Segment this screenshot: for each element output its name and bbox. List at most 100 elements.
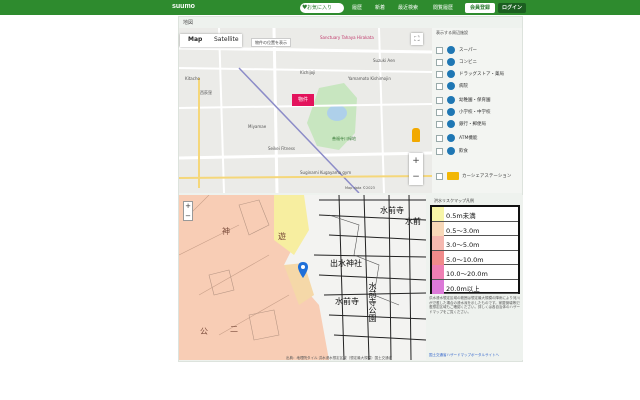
map-label-seika: Seikei Fitness xyxy=(268,146,295,151)
hazard-label-h: 神 xyxy=(222,227,230,236)
map-info-box[interactable]: 物件の位置を表示 xyxy=(251,38,291,47)
facility-row[interactable]: スーパー xyxy=(436,46,522,56)
facility-checkbox[interactable] xyxy=(436,148,443,155)
map-copyright: Map data ©2023 xyxy=(345,186,375,190)
facility-checkbox[interactable] xyxy=(436,97,443,104)
facility-label: ATM機能 xyxy=(459,136,478,141)
facility-row[interactable]: 銀行・郵便局 xyxy=(436,120,522,130)
hazard-legend-label: 0.5m未満 xyxy=(446,212,476,220)
atm-icon xyxy=(447,134,455,142)
facility-checkbox[interactable] xyxy=(436,135,443,142)
hazard-label-d: 水前寺公園 xyxy=(368,282,377,322)
hazard-legend-swatch xyxy=(432,265,444,279)
hazard-legend-swatch xyxy=(432,207,444,221)
google-map[interactable] xyxy=(179,28,432,193)
hazard-legend-row: 0.5m未満 xyxy=(432,207,518,222)
hazard-zoom-out-button[interactable]: − xyxy=(184,212,192,222)
facility-label: スーパー xyxy=(459,48,477,53)
map-zoom-control: + − xyxy=(409,153,423,185)
map-label-gym: Suginami Kugayama gym xyxy=(300,170,352,175)
tab-satellite[interactable]: Satellite xyxy=(214,36,239,43)
facility-label: 飲食 xyxy=(459,149,468,154)
facility-row[interactable]: カーシェアステーション xyxy=(436,172,522,182)
map-label-suzuki: Suzuki Aen xyxy=(373,58,396,63)
suumo-logo[interactable]: suumo xyxy=(172,3,195,10)
map-label-park2: 善福寺川緑地 xyxy=(332,136,356,141)
hazard-legend-swatch xyxy=(432,279,444,294)
hazard-legend-row: 3.0〜5.0m xyxy=(432,236,518,251)
zoom-out-button[interactable]: − xyxy=(409,169,423,185)
store-icon xyxy=(447,58,455,66)
facility-label: 病院 xyxy=(459,84,468,89)
hazard-attribution: 出典：地理院タイル 洪水浸水想定区域（想定最大規模）国土交通省 xyxy=(286,356,393,360)
map-label-hotel: Sanctuary Tahaya Hirakata xyxy=(320,35,374,40)
hazard-label-e: 水前寺 xyxy=(335,297,359,306)
facility-row[interactable]: ドラッグストア・薬局 xyxy=(436,70,522,80)
zoom-in-button[interactable]: + xyxy=(409,153,423,169)
nav-new[interactable]: 新着 xyxy=(375,4,385,11)
facility-checkbox[interactable] xyxy=(436,109,443,116)
register-button[interactable]: 会員登録 xyxy=(465,3,495,13)
tab-map[interactable]: Map xyxy=(188,36,202,43)
hazard-label-b: 水前 xyxy=(405,217,421,226)
hazard-legend-swatch xyxy=(432,236,444,250)
facility-checkbox[interactable] xyxy=(436,59,443,66)
pegman-icon[interactable] xyxy=(412,128,420,142)
bank-icon xyxy=(447,120,455,128)
facility-label: ドラッグストア・薬局 xyxy=(459,72,504,77)
map-label-kichijoji: Kichijoji xyxy=(300,70,316,75)
hazard-legend: 0.5m未満 0.5〜3.0m 3.0〜5.0m 5.0〜10.0m 10.0〜20.0… xyxy=(430,205,520,294)
facility-label: コンビニ xyxy=(459,60,477,65)
nav-recent-search[interactable]: 最近検索 xyxy=(398,4,418,11)
hazard-note: 洪水浸水想定区域の範囲は想定最大規模の降雨により河川が氾濫した場合の浸水深を示し… xyxy=(429,296,520,314)
map-label-nishi: 西荻窪 xyxy=(200,90,212,95)
child-icon xyxy=(447,96,455,104)
hazard-legend-row: 20.0m以上 xyxy=(432,279,518,294)
hazard-legend-row: 5.0〜10.0m xyxy=(432,250,518,265)
panel-title: 地図 xyxy=(183,20,194,26)
property-pin[interactable]: 物件 xyxy=(292,94,314,106)
facility-checkbox[interactable] xyxy=(436,83,443,90)
map-type-tabs: Map Satellite xyxy=(180,34,242,47)
hazard-label-f: 遊 xyxy=(278,232,286,241)
map-streets xyxy=(179,28,432,193)
hazard-legend-row: 10.0〜20.0m xyxy=(432,265,518,280)
hospital-icon xyxy=(447,82,455,90)
nav-browse-history[interactable]: 閲覧履歴 xyxy=(433,4,453,11)
hazard-portal-link[interactable]: 国土交通省ハザードマップポータルサイトへ xyxy=(429,353,499,358)
facility-row[interactable]: 小学校・中学校 xyxy=(436,108,522,118)
facility-checkbox[interactable] xyxy=(436,173,443,180)
hazard-legend-label: 20.0m以上 xyxy=(446,284,480,293)
hazard-legend-label: 3.0〜5.0m xyxy=(446,241,480,249)
hazard-zoom-control: + − xyxy=(183,201,193,221)
nav-history[interactable]: 履歴 xyxy=(352,4,362,11)
favorites-label: お気に入り xyxy=(307,5,333,11)
facility-row[interactable]: コンビニ xyxy=(436,58,522,68)
facility-row[interactable]: 幼稚園・保育園 xyxy=(436,96,522,106)
facility-row[interactable]: 病院 xyxy=(436,82,522,92)
facility-row[interactable]: 飲食 xyxy=(436,147,522,157)
hazard-legend-swatch xyxy=(432,250,444,265)
hazard-label-i: 公 xyxy=(200,327,208,336)
fullscreen-icon[interactable]: ⛶ xyxy=(411,33,423,45)
hazard-legend-label: 0.5〜3.0m xyxy=(446,226,480,235)
login-button[interactable]: ログイン xyxy=(498,3,526,13)
hazard-zoom-in-button[interactable]: + xyxy=(184,202,192,212)
map-label-miyamae: Miyamae xyxy=(248,124,267,129)
facility-label: カーシェアステーション xyxy=(462,174,512,179)
facility-checkbox[interactable] xyxy=(436,47,443,54)
facility-row[interactable]: ATM機能 xyxy=(436,134,522,144)
pill-icon xyxy=(447,70,455,78)
car-icon xyxy=(447,172,459,180)
hazard-legend-swatch xyxy=(432,221,444,236)
hazard-label-g: 二 xyxy=(230,325,238,334)
hazard-legend-row: 0.5〜3.0m xyxy=(432,221,518,236)
hazard-label-a: 水前寺 xyxy=(380,206,404,215)
hazard-label-c: 出水神社 xyxy=(330,259,362,268)
facility-label: 小学校・中学校 xyxy=(459,110,491,115)
facility-checkbox[interactable] xyxy=(436,121,443,128)
facility-checkbox[interactable] xyxy=(436,71,443,78)
hazard-map-pin-icon[interactable] xyxy=(298,262,308,278)
food-icon xyxy=(447,147,455,155)
favorites-button[interactable]: ♥ お気に入り xyxy=(300,3,344,13)
